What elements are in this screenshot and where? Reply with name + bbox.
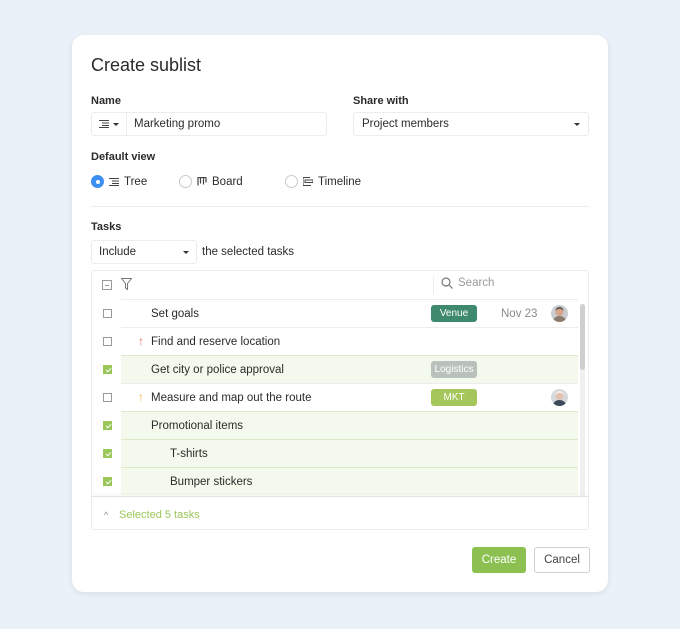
task-row-body: Bumper stickers <box>121 467 578 495</box>
task-row[interactable]: T-shirts <box>92 439 578 467</box>
radio-timeline[interactable] <box>285 175 298 188</box>
task-tag: Logistics <box>431 361 477 378</box>
chevron-down-icon <box>113 122 119 126</box>
task-checkbox[interactable] <box>103 309 112 318</box>
task-row-body: T-shirts <box>121 439 578 467</box>
task-row[interactable]: ↑ Measure and map out the route MKT <box>92 383 578 411</box>
task-row[interactable]: Get city or police approval Logistics <box>92 355 578 383</box>
task-name: Promotional items <box>151 420 244 432</box>
create-button[interactable]: Create <box>472 547 526 573</box>
search-icon <box>441 277 453 289</box>
task-name: Set goals <box>151 308 199 320</box>
tasks-label: Tasks <box>91 221 122 233</box>
task-row-body: Set goals Venue Nov 23 <box>121 299 578 327</box>
default-view-radio-group: Tree Board Timeline <box>91 175 361 188</box>
default-view-label: Default view <box>91 151 156 163</box>
name-label: Name <box>91 95 121 107</box>
task-row-body: ↑ Find and reserve location <box>121 327 578 355</box>
share-with-select[interactable]: Project members <box>353 112 589 136</box>
task-row[interactable]: Promotional items <box>92 411 578 439</box>
task-due-date: Nov 23 <box>501 308 538 320</box>
view-option-label: Board <box>212 175 243 188</box>
task-checkbox[interactable] <box>103 337 112 346</box>
task-picker-toolbar <box>92 271 588 299</box>
task-checkbox[interactable] <box>103 421 112 430</box>
priority-high-icon: ↑ <box>138 334 144 348</box>
task-row[interactable]: Set goals Venue Nov 23 <box>92 299 578 327</box>
dialog-title: Create sublist <box>91 55 202 75</box>
selected-count-text: Selected 5 tasks <box>119 509 200 521</box>
chevron-down-icon <box>574 122 580 126</box>
task-search <box>441 277 568 289</box>
create-sublist-dialog: Create sublist Name Share with Project m… <box>72 35 608 592</box>
task-row[interactable]: Bumper stickers <box>92 467 578 495</box>
tree-icon <box>109 177 119 186</box>
include-suffix-text: the selected tasks <box>202 246 295 258</box>
task-checkbox[interactable] <box>103 477 112 486</box>
task-checkbox[interactable] <box>103 393 112 402</box>
radio-tree[interactable] <box>91 175 104 188</box>
search-input[interactable] <box>458 277 568 289</box>
assignee-avatar <box>551 389 568 406</box>
task-name: T-shirts <box>170 448 208 460</box>
cancel-button[interactable]: Cancel <box>534 547 590 573</box>
scrollbar-thumb[interactable] <box>580 304 585 370</box>
chevron-down-icon <box>183 250 189 254</box>
name-input[interactable] <box>127 118 317 130</box>
task-picker: Set goals Venue Nov 23 ↑ Find and reserve lo… <box>91 270 589 530</box>
task-checkbox[interactable] <box>103 449 112 458</box>
board-icon <box>197 177 207 186</box>
chevron-up-icon: ^ <box>104 510 109 520</box>
collapse-all-icon[interactable] <box>102 280 112 290</box>
share-with-value: Project members <box>362 118 449 130</box>
view-option-board[interactable]: Board <box>179 175 285 188</box>
assignee-avatar <box>551 305 568 322</box>
task-row-body: Promotional items <box>121 411 578 439</box>
share-with-label: Share with <box>353 95 409 107</box>
task-tag: MKT <box>431 389 477 406</box>
radio-board[interactable] <box>179 175 192 188</box>
task-name: Get city or police approval <box>151 364 284 376</box>
task-tag: Venue <box>431 305 477 322</box>
filter-icon[interactable] <box>121 278 132 290</box>
timeline-icon <box>303 177 313 186</box>
include-select[interactable]: Include <box>91 240 197 264</box>
selection-summary[interactable]: ^ Selected 5 tasks <box>92 496 588 529</box>
view-option-timeline[interactable]: Timeline <box>285 175 361 188</box>
toolbar-divider <box>433 276 434 294</box>
task-list: Set goals Venue Nov 23 ↑ Find and reserve lo… <box>92 299 578 495</box>
list-icon-dropdown[interactable] <box>92 113 127 135</box>
task-checkbox[interactable] <box>103 365 112 374</box>
priority-medium-icon: ↑ <box>138 390 144 404</box>
view-option-label: Timeline <box>318 175 362 188</box>
view-option-tree[interactable]: Tree <box>91 175 179 188</box>
task-row[interactable]: ↑ Find and reserve location <box>92 327 578 355</box>
name-field <box>91 112 327 136</box>
task-row-body: ↑ Measure and map out the route MKT <box>121 383 578 411</box>
section-divider <box>91 206 589 207</box>
task-name: Measure and map out the route <box>151 392 312 404</box>
list-icon <box>99 120 109 128</box>
task-name: Bumper stickers <box>170 476 253 488</box>
include-value: Include <box>99 246 137 258</box>
task-name: Find and reserve location <box>151 336 281 348</box>
task-list-scrollbar[interactable] <box>580 304 585 496</box>
view-option-label: Tree <box>124 175 148 188</box>
task-row-body: Get city or police approval Logistics <box>121 355 578 383</box>
